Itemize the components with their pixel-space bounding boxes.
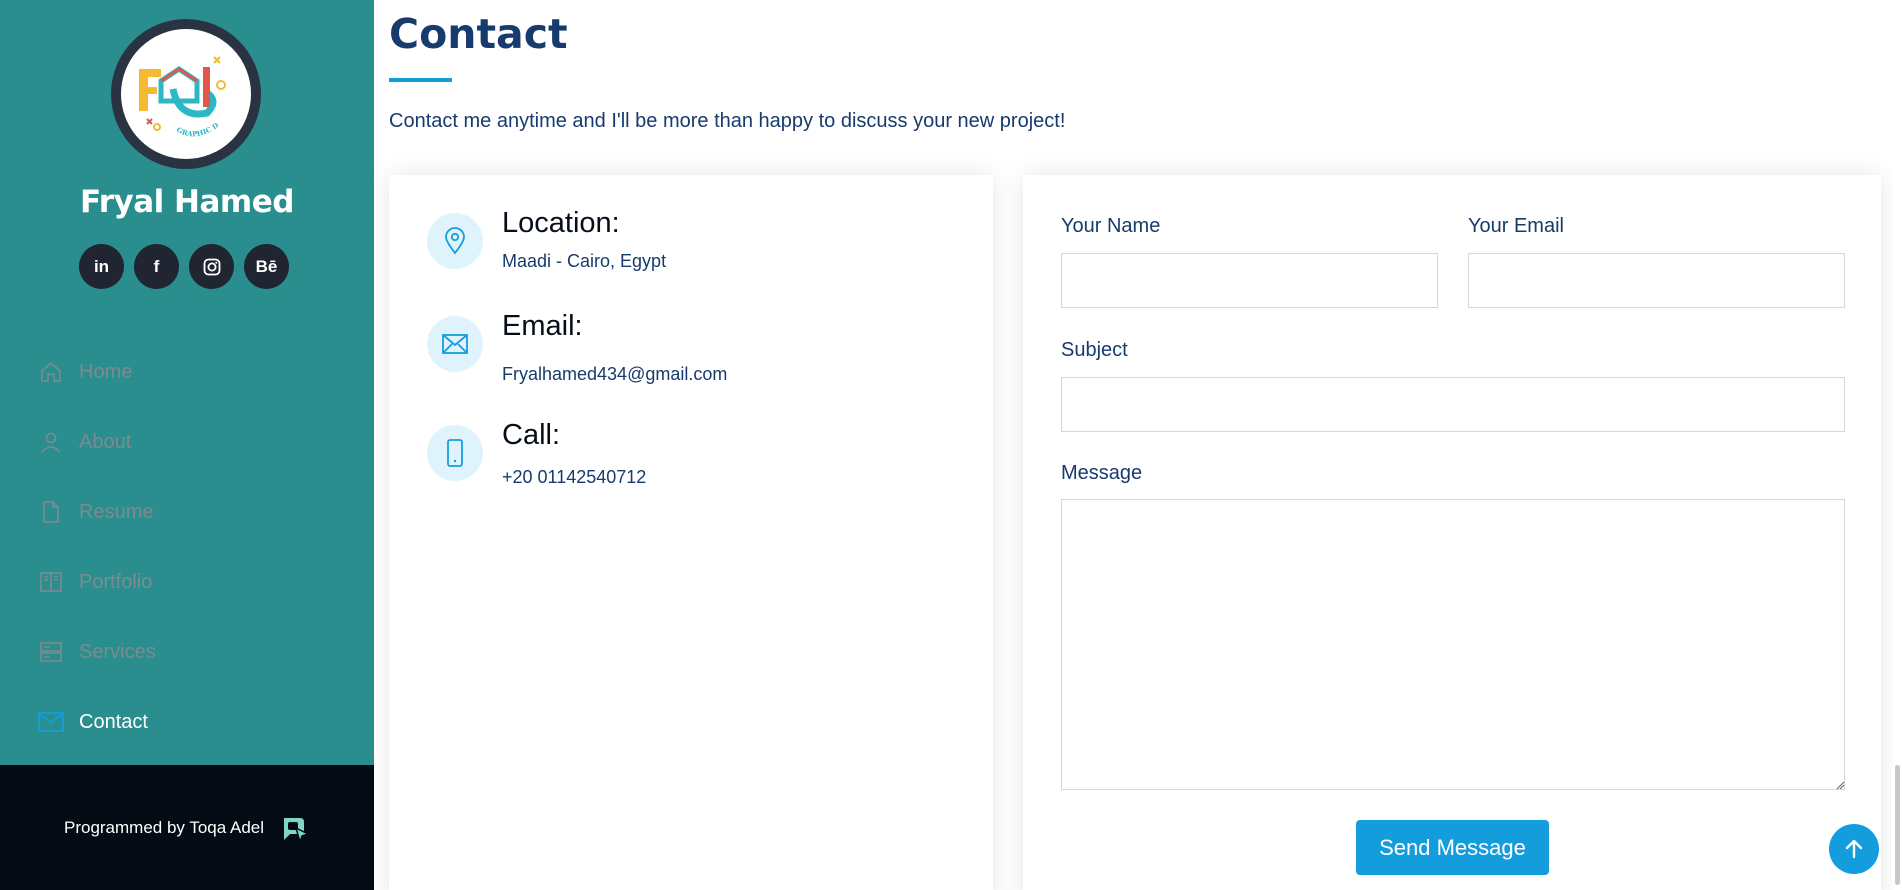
nav-label-about: About	[79, 430, 132, 453]
scrollbar-thumb[interactable]	[1895, 765, 1900, 885]
page-title: Contact	[389, 10, 568, 58]
linkedin-icon: in	[93, 256, 110, 276]
subject-label: Subject	[1061, 339, 1128, 361]
nav-item-resume[interactable]: Resume	[37, 477, 156, 547]
server-icon	[37, 638, 65, 666]
scrollbar-track[interactable]	[1892, 0, 1902, 890]
name-label: Your Name	[1061, 215, 1161, 237]
phone-icon	[427, 425, 483, 481]
graphic-design-logo-icon: GRAPHIC DESIGN	[121, 29, 226, 138]
sidebar: GRAPHIC DESIGN Fryal Hamed in f Bē Hom	[0, 0, 374, 890]
send-message-button[interactable]: Send Message	[1356, 820, 1549, 875]
info-heading-call: Call:	[502, 419, 561, 451]
facebook-link[interactable]: f	[134, 244, 179, 289]
file-icon	[37, 498, 65, 526]
book-icon	[37, 568, 65, 596]
nav-item-contact[interactable]: Contact	[37, 687, 156, 757]
behance-link[interactable]: Bē	[244, 244, 289, 289]
social-links: in f Bē	[79, 244, 289, 289]
facebook-icon: f	[153, 256, 160, 276]
back-to-top-button[interactable]	[1829, 824, 1879, 874]
instagram-icon	[203, 258, 220, 275]
sidebar-nav: Home About Resume Portfolio Services Con…	[37, 337, 156, 757]
info-heading-email: Email:	[502, 310, 583, 342]
section-description: Contact me anytime and I'll be more than…	[389, 110, 1066, 132]
name-input[interactable]	[1061, 253, 1438, 308]
instagram-link[interactable]	[189, 244, 234, 289]
map-pin-icon	[427, 213, 483, 269]
envelope-icon	[37, 708, 65, 736]
person-icon	[37, 428, 65, 456]
arrow-up-icon	[1845, 839, 1863, 859]
info-heading-location: Location:	[502, 207, 620, 239]
nav-item-about[interactable]: About	[37, 407, 156, 477]
profile-name: Fryal Hamed	[80, 184, 294, 220]
nav-item-home[interactable]: Home	[37, 337, 156, 407]
subject-input[interactable]	[1061, 377, 1845, 432]
nav-label-portfolio: Portfolio	[79, 570, 153, 593]
email-input[interactable]	[1468, 253, 1845, 308]
nav-item-portfolio[interactable]: Portfolio	[37, 547, 156, 617]
nav-label-contact: Contact	[79, 710, 148, 733]
developer-logo-icon	[284, 817, 310, 844]
nav-item-services[interactable]: Services	[37, 617, 156, 687]
message-textarea[interactable]	[1061, 499, 1845, 790]
linkedin-link[interactable]: in	[79, 244, 124, 289]
sidebar-footer: Programmed by Toqa Adel	[0, 765, 374, 890]
nav-label-services: Services	[79, 640, 156, 663]
nav-label-resume: Resume	[79, 500, 154, 523]
home-icon	[37, 358, 65, 386]
behance-icon: Bē	[255, 256, 278, 276]
email-label: Your Email	[1468, 215, 1564, 237]
info-value-email[interactable]: Fryalhamed434@gmail.com	[502, 364, 727, 385]
contact-info-card: Location: Maadi - Cairo, Egypt Email: Fr…	[389, 175, 993, 890]
footer-credit: Programmed by Toqa Adel	[63, 817, 265, 837]
title-underline	[389, 78, 452, 82]
message-label: Message	[1061, 462, 1143, 484]
contact-form: Your Name Your Email Subject Message Sen…	[1023, 175, 1881, 890]
profile-logo: GRAPHIC DESIGN	[111, 19, 261, 169]
resize-grip-icon[interactable]	[1835, 780, 1845, 790]
info-value-call[interactable]: +20 01142540712	[502, 467, 646, 488]
nav-label-home: Home	[79, 360, 133, 383]
info-value-location: Maadi - Cairo, Egypt	[502, 251, 667, 271]
contact-section: Contact Contact me anytime and I'll be m…	[374, 0, 1902, 890]
envelope-icon	[427, 316, 483, 372]
